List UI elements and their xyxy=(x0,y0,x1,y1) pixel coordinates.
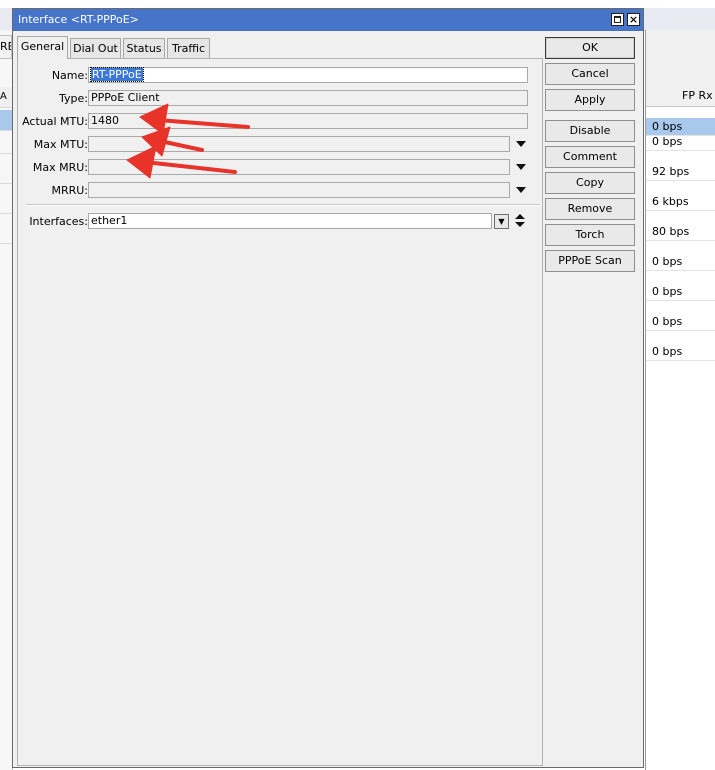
tab-traffic[interactable]: Traffic xyxy=(167,38,210,58)
background-tab-stub[interactable]: RE xyxy=(0,35,12,59)
fp-rx-cell[interactable]: 0 bps xyxy=(646,253,715,271)
dialog-title: Interface <RT-PPPoE> xyxy=(18,13,139,26)
separator xyxy=(26,204,540,206)
fp-rx-cell[interactable]: 0 bps xyxy=(646,283,715,301)
name-label: Name: xyxy=(51,69,88,82)
pppoe-scan-button[interactable]: PPPoE Scan xyxy=(545,250,635,272)
remove-button[interactable]: Remove xyxy=(545,198,635,220)
interfaces-select-icon[interactable]: ▼ xyxy=(494,214,509,229)
max-mtu-dropdown-icon[interactable] xyxy=(516,141,526,147)
actual-mtu-label: Actual MTU: xyxy=(22,115,88,128)
interfaces-field[interactable]: ether1 xyxy=(88,213,492,229)
max-mtu-field[interactable] xyxy=(88,136,510,152)
interface-dialog: Interface <RT-PPPoE> × General Dial Out … xyxy=(12,8,644,768)
max-mru-label: Max MRU: xyxy=(32,161,88,174)
dialog-titlebar[interactable]: Interface <RT-PPPoE> × xyxy=(13,9,643,31)
maximize-icon[interactable] xyxy=(611,13,624,26)
torch-button[interactable]: Torch xyxy=(545,224,635,246)
comment-button[interactable]: Comment xyxy=(545,146,635,168)
apply-button[interactable]: Apply xyxy=(545,89,635,111)
mrru-dropdown-icon[interactable] xyxy=(516,187,526,193)
actual-mtu-field: 1480 xyxy=(88,113,528,129)
max-mru-dropdown-icon[interactable] xyxy=(516,164,526,170)
background-row-stub[interactable] xyxy=(0,110,12,131)
mrru-field[interactable] xyxy=(88,182,510,198)
fp-rx-header-label: FP Rx xyxy=(682,89,713,102)
disable-button[interactable]: Disable xyxy=(545,120,635,142)
background-row-stub[interactable] xyxy=(0,133,12,154)
general-panel: Name: RT-PPPoE Type: PPPoE Client Actual… xyxy=(17,58,543,766)
background-toolbar xyxy=(646,30,715,87)
mrru-label: MRRU: xyxy=(51,184,88,197)
type-field: PPPoE Client xyxy=(88,90,528,106)
max-mtu-label: Max MTU: xyxy=(33,138,88,151)
fp-rx-cell[interactable]: 80 bps xyxy=(646,223,715,241)
fp-rx-cell[interactable]: 0 bps xyxy=(646,133,715,151)
background-interface-list: FP Rx 0 bps 0 bps 92 bps 6 kbps 80 bps 0… xyxy=(645,30,715,770)
fp-rx-cell[interactable]: 92 bps xyxy=(646,163,715,181)
fp-rx-cell[interactable]: 0 bps xyxy=(646,343,715,361)
background-row-stub[interactable] xyxy=(0,163,12,184)
close-icon[interactable]: × xyxy=(627,13,640,26)
background-column-stub: A xyxy=(0,87,12,108)
interfaces-label: Interfaces: xyxy=(29,215,88,228)
ok-button[interactable]: OK xyxy=(545,37,635,59)
name-value: RT-PPPoE xyxy=(90,67,144,82)
tab-status[interactable]: Status xyxy=(123,38,165,58)
max-mru-field[interactable] xyxy=(88,159,510,175)
background-row-stub[interactable] xyxy=(0,193,12,214)
type-label: Type: xyxy=(59,92,88,105)
background-row-stub[interactable] xyxy=(0,223,12,244)
fp-rx-cell[interactable]: 0 bps xyxy=(646,313,715,331)
cancel-button[interactable]: Cancel xyxy=(545,63,635,85)
interfaces-updown-icon[interactable] xyxy=(514,213,526,229)
tab-dial-out[interactable]: Dial Out xyxy=(70,38,121,58)
fp-rx-cell[interactable]: 6 kbps xyxy=(646,193,715,211)
tab-general[interactable]: General xyxy=(17,36,68,59)
copy-button[interactable]: Copy xyxy=(545,172,635,194)
fp-rx-column-header[interactable]: FP Rx xyxy=(646,86,715,107)
name-field[interactable]: RT-PPPoE xyxy=(88,67,528,83)
